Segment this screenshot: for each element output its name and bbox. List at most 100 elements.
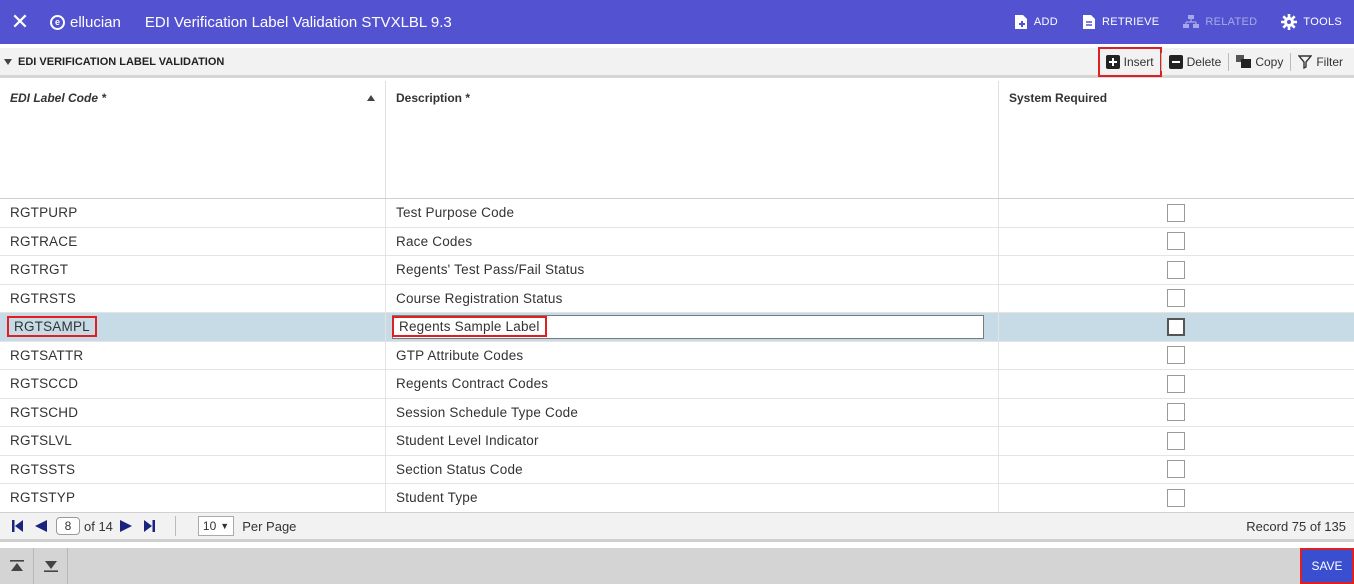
system-required-checkbox[interactable]	[1167, 346, 1185, 365]
column-header-description[interactable]: Description *	[386, 81, 999, 198]
description-cell[interactable]: Test Purpose Code	[386, 199, 999, 227]
system-required-cell	[999, 456, 1354, 484]
previous-page-icon	[35, 520, 47, 532]
code-cell[interactable]: RGTSSTS	[0, 455, 386, 483]
description-cell[interactable]: Course Registration Status	[386, 284, 999, 312]
code-cell[interactable]: RGTRGT	[0, 256, 386, 284]
system-required-cell	[999, 399, 1354, 427]
description-value: Regents Sample Label	[392, 316, 547, 338]
code-cell[interactable]: RGTSCHD	[0, 398, 386, 426]
system-required-cell	[999, 313, 1354, 341]
system-required-checkbox[interactable]	[1167, 488, 1185, 507]
table-row[interactable]: RGTSCHD Session Schedule Type Code	[0, 398, 1354, 427]
delete-button[interactable]: Delete	[1162, 50, 1229, 74]
last-page-button[interactable]	[143, 519, 155, 533]
code-cell[interactable]: RGTSLVL	[0, 427, 386, 455]
top-actions: ADD RETRIEVE RELATED TOOLS	[1002, 0, 1354, 44]
table-row[interactable]: RGTSTYP Student Type	[0, 484, 1354, 513]
add-button[interactable]: ADD	[1002, 0, 1070, 44]
code-value: RGTSAMPL	[7, 316, 97, 338]
table-row[interactable]: RGTRACE Race Codes	[0, 227, 1354, 256]
description-cell[interactable]: Regents Sample Label	[386, 313, 999, 341]
column-header-system-required[interactable]: System Required	[999, 81, 1354, 198]
system-required-checkbox[interactable]	[1167, 203, 1185, 222]
data-grid: EDI Label Code * Description * System Re…	[0, 81, 1354, 513]
tools-button[interactable]: TOOLS	[1269, 0, 1354, 44]
arrow-up-bar-icon	[9, 560, 24, 571]
code-cell[interactable]: RGTPURP	[0, 199, 386, 227]
description-cell[interactable]: Race Codes	[386, 227, 999, 255]
sort-ascending-icon[interactable]	[367, 95, 375, 101]
page-title: EDI Verification Label Validation STVXLB…	[144, 13, 452, 31]
save-button[interactable]: SAVE	[1300, 548, 1354, 584]
brand-logo: e ellucian	[50, 14, 121, 31]
page-number-input[interactable]: 8	[56, 517, 80, 535]
column-headers: EDI Label Code * Description * System Re…	[0, 81, 1354, 199]
first-page-button[interactable]	[12, 519, 24, 533]
chevron-down-icon: ▼	[220, 521, 230, 531]
gear-icon	[1281, 14, 1298, 30]
related-button[interactable]: RELATED	[1171, 0, 1269, 44]
copy-button[interactable]: Copy	[1229, 50, 1290, 74]
table-row[interactable]: RGTSSTS Section Status Code	[0, 455, 1354, 484]
code-cell[interactable]: RGTSCCD	[0, 370, 386, 398]
table-row[interactable]: RGTSLVL Student Level Indicator	[0, 427, 1354, 456]
per-page-label: Per Page	[242, 518, 297, 534]
grid-toolbar: Insert Delete Copy Filter	[1097, 46, 1354, 77]
insert-button[interactable]: Insert	[1097, 46, 1162, 77]
system-required-checkbox[interactable]	[1167, 260, 1185, 279]
code-cell[interactable]: RGTSTYP	[0, 484, 386, 512]
close-button[interactable]: ✕	[0, 0, 40, 44]
system-required-checkbox[interactable]	[1167, 403, 1185, 422]
table-row[interactable]: RGTSCCD Regents Contract Codes	[0, 370, 1354, 399]
system-required-cell	[999, 427, 1354, 455]
description-cell[interactable]: Student Type	[386, 484, 999, 512]
system-required-cell	[999, 342, 1354, 370]
add-page-icon	[1014, 15, 1027, 29]
table-row[interactable]: RGTRSTS Course Registration Status	[0, 284, 1354, 313]
system-required-checkbox[interactable]	[1167, 232, 1185, 251]
description-cell[interactable]: Regents' Test Pass/Fail Status	[386, 256, 999, 284]
record-count: Record 75 of 135	[1246, 518, 1346, 534]
retrieve-icon	[1082, 15, 1095, 29]
code-cell[interactable]: RGTSAMPL	[0, 313, 386, 341]
previous-page-button[interactable]	[34, 519, 48, 533]
delete-icon	[1168, 54, 1183, 69]
description-cell[interactable]: Session Schedule Type Code	[386, 398, 999, 426]
filter-button[interactable]: Filter	[1291, 50, 1350, 74]
arrow-down-bar-icon	[43, 561, 58, 572]
table-row-selected[interactable]: RGTSAMPL Regents Sample Label	[0, 313, 1354, 342]
system-required-checkbox[interactable]	[1167, 374, 1185, 393]
close-icon: ✕	[10, 9, 30, 34]
first-page-icon	[12, 520, 23, 532]
description-cell[interactable]: GTP Attribute Codes	[386, 341, 999, 369]
system-required-checkbox[interactable]	[1167, 317, 1185, 336]
table-row[interactable]: RGTSATTR GTP Attribute Codes	[0, 341, 1354, 370]
system-required-checkbox[interactable]	[1167, 289, 1185, 308]
next-page-button[interactable]	[119, 519, 133, 533]
description-cell[interactable]: Section Status Code	[386, 455, 999, 483]
code-cell[interactable]: RGTRACE	[0, 227, 386, 255]
related-icon	[1183, 15, 1200, 28]
scroll-to-bottom-button[interactable]	[34, 548, 68, 584]
system-required-cell	[999, 228, 1354, 256]
system-required-checkbox[interactable]	[1167, 431, 1185, 450]
scroll-to-top-button[interactable]	[0, 548, 34, 584]
insert-icon	[1105, 54, 1120, 69]
footer-bar: SAVE	[0, 548, 1354, 584]
column-header-code[interactable]: EDI Label Code *	[0, 81, 386, 198]
description-cell[interactable]: Student Level Indicator	[386, 427, 999, 455]
collapse-caret-icon[interactable]	[4, 58, 12, 65]
description-edit-field[interactable]: Regents Sample Label	[392, 314, 984, 339]
description-cell[interactable]: Regents Contract Codes	[386, 370, 999, 398]
code-cell[interactable]: RGTRSTS	[0, 284, 386, 312]
per-page-select[interactable]: 10 ▼	[197, 516, 235, 536]
system-required-checkbox[interactable]	[1167, 460, 1185, 479]
table-row[interactable]: RGTPURP Test Purpose Code	[0, 199, 1354, 228]
filter-icon	[1298, 54, 1313, 69]
code-cell[interactable]: RGTSATTR	[0, 341, 386, 369]
ellucian-logo-icon: e	[50, 14, 65, 30]
retrieve-button[interactable]: RETRIEVE	[1070, 0, 1171, 44]
table-row[interactable]: RGTRGT Regents' Test Pass/Fail Status	[0, 256, 1354, 285]
brand-name: ellucian	[70, 13, 121, 31]
